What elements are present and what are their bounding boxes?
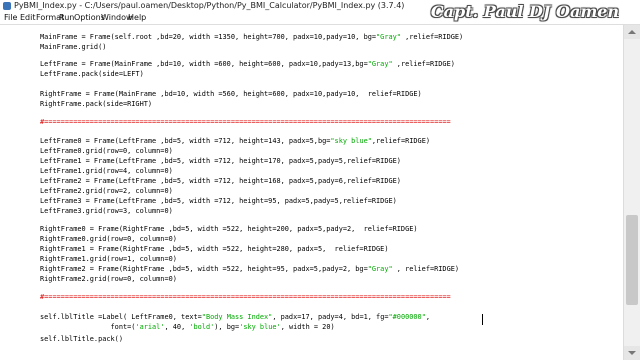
code-token: RightFrame.pack(side=RIGHT) (40, 100, 153, 108)
code-line[interactable]: LeftFrame2.grid(row=2, column=0) (40, 186, 173, 196)
code-token: LeftFrame0.grid(row=0, column=0) (40, 147, 173, 155)
code-token: LeftFrame2 = Frame(LeftFrame ,bd=5, widt… (40, 177, 401, 185)
code-token: RightFrame2 = Frame(RightFrame ,bd=5, wi… (40, 265, 368, 273)
code-token: , width = 20) (280, 323, 335, 331)
code-line[interactable]: LeftFrame = Frame(MainFrame ,bd=10, widt… (40, 59, 455, 69)
code-token: LeftFrame3 = Frame(LeftFrame ,bd=5, widt… (40, 197, 397, 205)
code-string: "Body Mass Index" (201, 313, 273, 321)
code-line[interactable]: RightFrame.pack(side=RIGHT) (40, 99, 152, 109)
code-line[interactable]: RightFrame1.grid(row=1, column=0) (40, 254, 177, 264)
scrollbar-thumb[interactable] (626, 215, 638, 305)
code-string: 'arial' (135, 323, 165, 331)
code-token: ,relief=RIDGE) (400, 33, 464, 41)
code-token: LeftFrame = Frame(MainFrame ,bd=10, widt… (40, 60, 368, 68)
code-string: "sky blue" (330, 137, 372, 145)
code-token: ), bg= (214, 323, 240, 331)
code-string: 'bold' (189, 323, 215, 331)
scroll-down-icon[interactable] (624, 346, 640, 360)
code-line[interactable]: font=('arial', 40, 'bold'), bg='sky blue… (40, 322, 335, 332)
code-line[interactable]: self.lblTitle =Label( LeftFrame0, text="… (40, 312, 430, 322)
code-token: RightFrame2.grid(row=0, column=0) (40, 275, 177, 283)
code-token: LeftFrame1 = Frame(LeftFrame ,bd=5, widt… (40, 157, 401, 165)
code-line[interactable]: self.lblTitle.pack() (40, 334, 123, 344)
code-line[interactable]: LeftFrame0.grid(row=0, column=0) (40, 146, 173, 156)
code-token: self.lblTitle =Label( LeftFrame0, text= (40, 313, 202, 321)
code-token: , padx=17, pady=4, bd=1, fg= (272, 313, 389, 321)
code-line[interactable]: LeftFrame2 = Frame(LeftFrame ,bd=5, widt… (40, 176, 401, 186)
code-line[interactable]: LeftFrame0 = Frame(LeftFrame ,bd=5, widt… (40, 136, 430, 146)
code-line[interactable]: #=======================================… (40, 292, 451, 302)
code-string: "Gray" (367, 265, 393, 273)
text-cursor (482, 314, 483, 325)
code-token: LeftFrame2.grid(row=2, column=0) (40, 187, 173, 195)
menu-file[interactable]: File (4, 12, 17, 24)
menu-run[interactable]: Run (59, 12, 74, 24)
code-token: MainFrame.grid() (40, 43, 107, 51)
code-token: font=( (40, 323, 136, 331)
code-line[interactable]: RightFrame2.grid(row=0, column=0) (40, 274, 177, 284)
code-line[interactable]: LeftFrame1 = Frame(LeftFrame ,bd=5, widt… (40, 156, 401, 166)
code-token: RightFrame1.grid(row=1, column=0) (40, 255, 177, 263)
code-token: LeftFrame1.grid(row=4, column=0) (40, 167, 173, 175)
code-token: LeftFrame3.grid(row=3, column=0) (40, 207, 173, 215)
code-token: ,relief=RIDGE) (371, 137, 430, 145)
code-line[interactable]: #=======================================… (40, 117, 451, 127)
code-comment: #=======================================… (40, 118, 451, 126)
code-line[interactable]: RightFrame0.grid(row=0, column=0) (40, 234, 177, 244)
code-string: 'sky blue' (239, 323, 281, 331)
code-editor[interactable]: MainFrame = Frame(self.root ,bd=20, widt… (0, 25, 624, 360)
vertical-scrollbar[interactable] (623, 25, 640, 360)
code-line[interactable]: MainFrame = Frame(self.root ,bd=20, widt… (40, 32, 463, 42)
code-line[interactable]: LeftFrame1.grid(row=4, column=0) (40, 166, 173, 176)
python-app-icon (3, 2, 11, 10)
code-line[interactable]: RightFrame1 = Frame(RightFrame ,bd=5, wi… (40, 244, 388, 254)
code-token: , (425, 313, 430, 321)
code-token: LeftFrame0 = Frame(LeftFrame ,bd=5, widt… (40, 137, 331, 145)
code-line[interactable]: RightFrame = Frame(MainFrame ,bd=10, wid… (40, 89, 422, 99)
code-token: RightFrame = Frame(MainFrame ,bd=10, wid… (40, 90, 422, 98)
code-token: RightFrame1 = Frame(RightFrame ,bd=5, wi… (40, 245, 389, 253)
code-token: LeftFrame.pack(side=LEFT) (40, 70, 144, 78)
menu-edit[interactable]: Edit (20, 12, 36, 24)
code-line[interactable]: LeftFrame.pack(side=LEFT) (40, 69, 144, 79)
window-title: PyBMI_Index.py - C:/Users/paul.oamen/Des… (14, 1, 405, 10)
code-line[interactable]: RightFrame2 = Frame(RightFrame ,bd=5, wi… (40, 264, 459, 274)
code-string: "Gray" (376, 33, 401, 41)
code-token: RightFrame0.grid(row=0, column=0) (40, 235, 177, 243)
code-line[interactable]: RightFrame0 = Frame(RightFrame ,bd=5, wi… (40, 224, 418, 234)
code-comment: #=======================================… (40, 293, 451, 301)
code-line[interactable]: LeftFrame3.grid(row=3, column=0) (40, 206, 173, 216)
menu-help[interactable]: Help (128, 12, 146, 24)
code-token: ,relief=RIDGE) (392, 60, 455, 68)
watermark-text: Capt. Paul DJ Oamen (430, 2, 620, 21)
code-line[interactable]: MainFrame.grid() (40, 42, 106, 52)
code-line[interactable]: LeftFrame3 = Frame(LeftFrame ,bd=5, widt… (40, 196, 397, 206)
code-token: , relief=RIDGE) (392, 265, 460, 273)
code-token: MainFrame = Frame(self.root ,bd=20, widt… (40, 33, 377, 41)
scroll-up-icon[interactable] (624, 25, 640, 39)
code-token: RightFrame0 = Frame(RightFrame ,bd=5, wi… (40, 225, 418, 233)
code-string: "Gray" (367, 60, 393, 68)
code-token: , 40, (164, 323, 190, 331)
code-string: "#000000" (388, 313, 426, 321)
code-token: self.lblTitle.pack() (40, 335, 123, 343)
